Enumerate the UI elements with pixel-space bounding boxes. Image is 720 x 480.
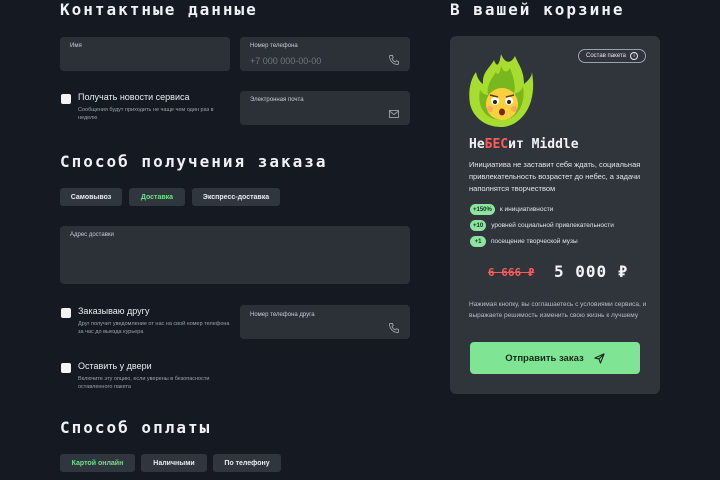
news-checkbox-box[interactable] xyxy=(61,94,71,104)
payment-section-title: Способ оплаты xyxy=(60,418,212,437)
package-contents-button[interactable]: Состав пакета i xyxy=(578,49,646,63)
door-checkbox-box[interactable] xyxy=(61,363,71,373)
perk-text: к инициативности xyxy=(499,206,554,213)
phone-icon xyxy=(389,55,399,65)
info-icon: i xyxy=(630,52,638,60)
perk-text: уровней социальной привлекательности xyxy=(491,222,614,229)
address-field[interactable]: Адрес доставки xyxy=(60,226,410,284)
payment-option-phone[interactable]: По телефону xyxy=(213,454,281,472)
gift-checkbox-label: Заказываю другу xyxy=(78,306,150,316)
friend-phone-field[interactable]: Номер телефона друга xyxy=(240,305,410,339)
friend-phone-field-label: Номер телефона друга xyxy=(250,312,315,318)
product-name: НеБЕСит Middle xyxy=(469,137,579,152)
address-field-label: Адрес доставки xyxy=(70,232,114,238)
agreement-note: Нажимая кнопку, вы соглашаетесь с услови… xyxy=(469,301,647,319)
product-description: Инициатива не заставит себя ждать, социа… xyxy=(469,160,641,193)
old-price: 6 666 ₽ xyxy=(488,266,535,279)
news-checkbox-label: Получать новости сервиса xyxy=(78,92,190,102)
perk-badge: +10 xyxy=(470,220,487,231)
payment-option-cash[interactable]: Наличными xyxy=(141,454,207,472)
gift-checkbox[interactable]: Заказываю другу Друг получит уведомление… xyxy=(61,306,233,336)
perk-item: +10 уровней социальной привлекательности xyxy=(470,220,614,231)
delivery-option-express[interactable]: Экспресс-доставка xyxy=(192,188,280,206)
fire-emoji-icon xyxy=(469,54,534,127)
cart-title: В вашей корзине xyxy=(450,0,625,19)
current-price: 5 000 ₽ xyxy=(554,262,629,281)
door-checkbox-hint: Включите эту опцию, если уверены в безоп… xyxy=(78,376,210,390)
news-checkbox-hint: Сообщения будут приходить не чаще чем од… xyxy=(78,107,214,121)
name-field[interactable]: Имя xyxy=(60,37,230,71)
email-field[interactable]: Электронная почта xyxy=(240,91,410,125)
submit-order-label: Отправить заказ xyxy=(505,352,584,364)
name-field-label: Имя xyxy=(70,43,82,49)
gift-checkbox-hint: Друг получит уведомление от нас на свой … xyxy=(78,321,230,335)
mail-icon xyxy=(389,110,399,118)
perk-text: посещение творческой музы xyxy=(491,238,578,245)
door-checkbox[interactable]: Оставить у двери Включите эту опцию, есл… xyxy=(61,361,228,391)
phone-field[interactable]: Номер телефона +7 000 000-00-00 xyxy=(240,37,410,71)
cart-card: Состав пакета i НеБЕСит Middle Инициатив… xyxy=(450,36,660,394)
contact-section-title: Контактные данные xyxy=(60,0,258,19)
send-icon xyxy=(594,352,605,364)
phone-field-placeholder: +7 000 000-00-00 xyxy=(250,56,322,66)
phone-icon xyxy=(389,323,399,333)
submit-order-button[interactable]: Отправить заказ xyxy=(470,342,640,374)
perk-badge: +150% xyxy=(470,204,495,215)
package-contents-label: Состав пакета xyxy=(586,53,626,59)
perk-badge: +1 xyxy=(470,236,486,247)
news-checkbox[interactable]: Получать новости сервиса Сообщения будут… xyxy=(61,92,228,122)
product-name-end: ит Middle xyxy=(508,137,579,152)
email-field-label: Электронная почта xyxy=(250,97,304,103)
delivery-option-courier[interactable]: Доставка xyxy=(129,188,185,206)
perk-item: +150% к инициативности xyxy=(470,204,553,215)
perk-item: +1 посещение творческой музы xyxy=(470,236,578,247)
gift-checkbox-box[interactable] xyxy=(61,308,71,318)
payment-option-card[interactable]: Картой онлайн xyxy=(60,454,135,472)
phone-field-label: Номер телефона xyxy=(250,43,298,49)
delivery-option-pickup[interactable]: Самовывоз xyxy=(60,188,122,206)
product-name-highlight: БЕС xyxy=(484,137,509,152)
door-checkbox-label: Оставить у двери xyxy=(78,361,152,371)
delivery-section-title: Способ получения заказа xyxy=(60,152,328,171)
product-name-start: Не xyxy=(469,137,485,152)
